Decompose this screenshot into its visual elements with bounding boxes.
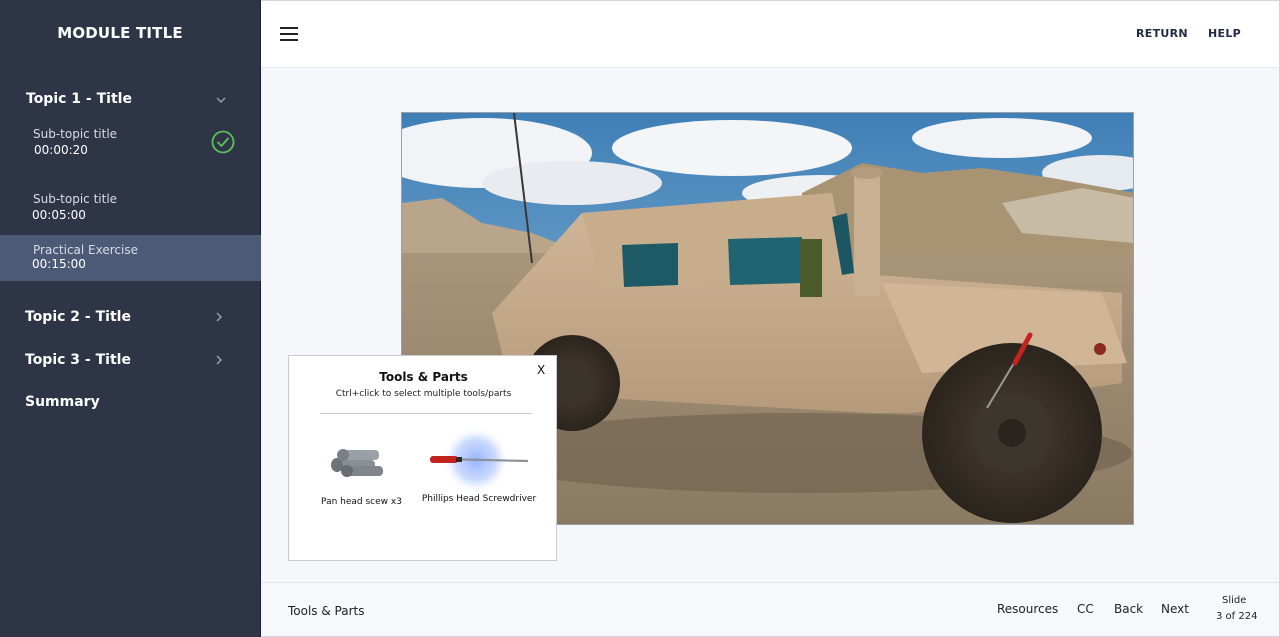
summary-label: Summary [25,394,100,410]
tool-label: Pan head scew x3 [321,497,402,507]
subtopic-duration: 00:05:00 [32,208,86,222]
help-link[interactable]: HELP [1208,27,1241,40]
tools-parts-popup: Tools & Parts Ctrl+click to select multi… [288,355,557,561]
resources-button[interactable]: Resources [997,602,1058,616]
subtopic-label: Sub-topic title [33,192,118,206]
subtopic-label: Sub-topic title [33,127,118,141]
sidebar: MODULE TITLE Topic 1 - Title Sub-topic t… [0,0,261,637]
sidebar-subtopic-1[interactable]: Sub-topic title 00:00:20 [0,127,261,173]
topic-label: Topic 1 - Title [26,91,132,107]
sidebar-subtopic-2[interactable]: Sub-topic title 00:05:00 [0,192,261,238]
hamburger-icon[interactable] [280,27,300,43]
slide-label: Slide [1222,595,1247,606]
check-circle-icon [211,130,235,154]
chevron-down-icon [216,97,226,103]
sidebar-topic-2[interactable]: Topic 2 - Title [0,303,261,333]
slide-counter: 3 of 224 [1216,611,1258,622]
subtopic-duration: 00:00:20 [34,143,88,157]
chevron-right-icon [216,312,222,322]
topic-label: Topic 3 - Title [25,352,131,368]
popup-instructions: Ctrl+click to select multiple tools/part… [335,389,512,399]
next-button[interactable]: Next [1161,602,1189,616]
tool-phillips-screwdriver[interactable]: Phillips Head Screwdriver [420,426,538,516]
popup-divider [320,413,532,414]
module-title: MODULE TITLE [57,24,183,42]
return-link[interactable]: RETURN [1136,27,1188,40]
sidebar-topic-1[interactable]: Topic 1 - Title [0,85,261,115]
back-button[interactable]: Back [1114,602,1143,616]
topic-label: Topic 2 - Title [25,309,131,325]
subtopic-duration: 00:15:00 [32,257,86,271]
bottom-bar: Tools & Parts Resources CC Back Next Sli… [261,582,1280,637]
slide-title: Tools & Parts [288,604,365,618]
subtopic-label: Practical Exercise [33,243,138,257]
chevron-right-icon [216,355,222,365]
cc-button[interactable]: CC [1077,602,1094,616]
close-button[interactable]: X [537,363,545,377]
screwdriver-icon [430,426,529,494]
tool-pan-head-screws[interactable]: Pan head scew x3 [303,436,420,516]
popup-title: Tools & Parts [379,370,468,384]
top-header: RETURN HELP [261,0,1280,68]
sidebar-summary[interactable]: Summary [0,388,261,418]
screws-icon [331,449,383,477]
sidebar-topic-3[interactable]: Topic 3 - Title [0,346,261,376]
sidebar-subtopic-practical-exercise[interactable]: Practical Exercise 00:15:00 [0,235,261,281]
tool-label: Phillips Head Screwdriver [421,494,537,504]
